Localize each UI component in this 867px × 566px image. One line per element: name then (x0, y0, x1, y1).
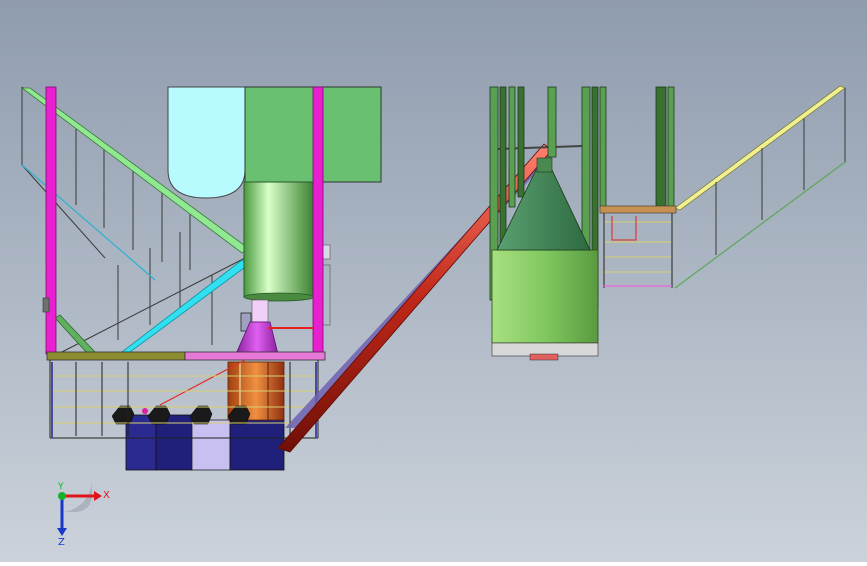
x-axis-label: X (103, 490, 110, 501)
cad-drawing[interactable]: X Y Z (0, 0, 867, 562)
silo-body (491, 249, 599, 344)
green-bin-center (244, 86, 318, 183)
left-magenta-column (45, 86, 57, 355)
funnel-neck (251, 299, 269, 323)
cad-viewport[interactable]: X Y Z (0, 0, 867, 562)
column-bolt-plate (42, 297, 50, 313)
light-cyan-bin (167, 86, 246, 199)
right-magenta-column (312, 86, 324, 355)
green-bin-right (316, 86, 382, 183)
y-axis-label: Y (57, 482, 64, 492)
right-platform-deck (599, 205, 677, 214)
y-axis-dot (58, 492, 66, 500)
silo-top-hatch (536, 157, 553, 173)
platform-deck-pink (184, 351, 326, 361)
cement-cylinder (243, 181, 315, 298)
silo-outlet (529, 353, 559, 361)
platform-deck-olive (46, 351, 186, 361)
z-axis-label: Z (58, 537, 65, 548)
